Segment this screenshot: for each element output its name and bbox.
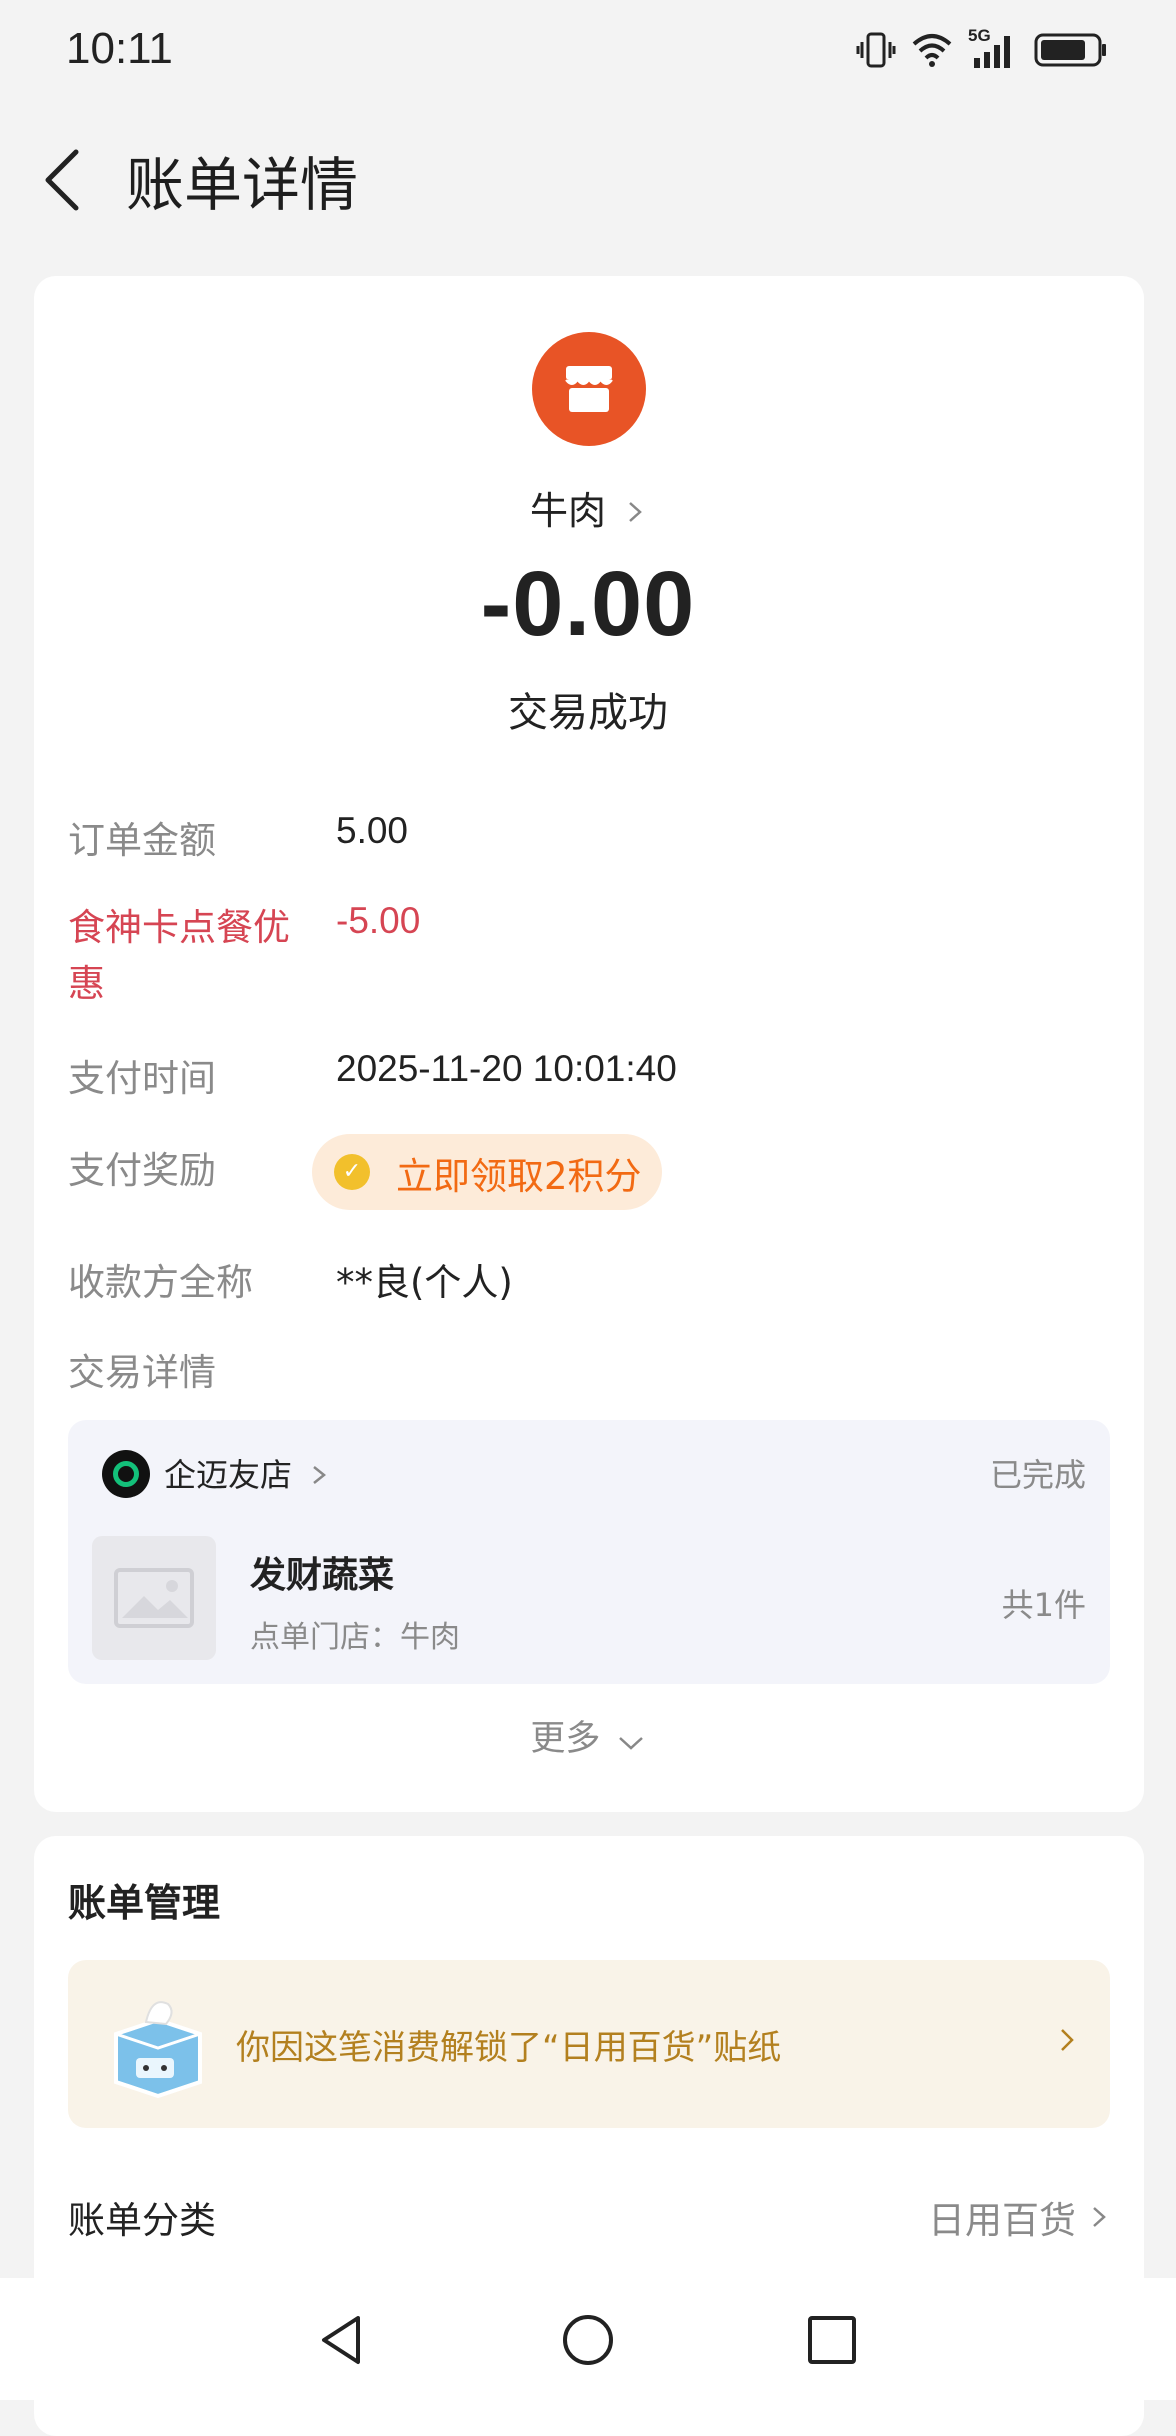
- detail-label-payee: 收款方全称: [68, 1261, 253, 1304]
- claim-points-label: 立即领取2积分: [396, 1155, 642, 1198]
- detail-label-reward: 支付奖励: [68, 1149, 216, 1192]
- detail-value-pay-time: 2025-11-20 10:01:40: [336, 1048, 677, 1089]
- detail-value-order-amount: 5.00: [336, 810, 409, 851]
- battery-icon: [1034, 33, 1106, 67]
- back-button[interactable]: [38, 144, 94, 216]
- bill-category-selector[interactable]: 日用百货: [928, 2190, 1110, 2244]
- product-count: 共1件: [1001, 1586, 1086, 1624]
- detail-value-payee: **良(个人): [336, 1261, 513, 1304]
- page-title: 账单详情: [126, 151, 359, 219]
- sticker-unlock-text: 你因这笔消费解锁了“日用百货”贴纸: [236, 2028, 782, 2068]
- manage-title: 账单管理: [68, 1881, 221, 1925]
- chevron-right-icon: [629, 502, 642, 522]
- sticker-unlock-banner[interactable]: 你因这笔消费解锁了“日用百货”贴纸: [68, 1960, 1110, 2128]
- coin-icon: ✓: [334, 1154, 370, 1190]
- system-nav-bar: [0, 2278, 1176, 2400]
- chevron-right-icon: [1093, 2207, 1106, 2227]
- merchant-avatar: [532, 332, 646, 446]
- wifi-icon: [912, 34, 952, 67]
- status-bar: 10:11 5G: [0, 0, 1176, 100]
- bill-category-label: 账单分类: [68, 2199, 216, 2242]
- nav-back-icon[interactable]: [314, 2310, 370, 2370]
- tissue-box-sticker-icon: [96, 1982, 220, 2106]
- transaction-amount: -0.00: [480, 553, 696, 655]
- more-label: 更多: [530, 1719, 601, 1759]
- chevron-right-icon: [313, 1466, 327, 1484]
- transaction-status: 交易成功: [508, 690, 668, 736]
- image-placeholder-icon: [114, 1568, 194, 1628]
- nav-home-icon[interactable]: [560, 2310, 616, 2370]
- merchant-name-link[interactable]: 牛肉: [0, 480, 1176, 535]
- claim-points-button[interactable]: ✓ 立即领取2积分: [312, 1134, 662, 1210]
- nav-recents-icon[interactable]: [804, 2310, 860, 2370]
- bill-category-value: 日用百货: [928, 2199, 1076, 2242]
- order-info-card[interactable]: 企迈友店 已完成 发财蔬菜 点单门店：牛肉 共1件: [68, 1420, 1110, 1684]
- chevron-down-icon: [618, 1737, 643, 1750]
- product-name: 发财蔬菜: [250, 1555, 395, 1596]
- storefront-icon: [565, 366, 613, 412]
- shop-logo-icon: [102, 1450, 150, 1498]
- product-image-placeholder: [92, 1536, 216, 1660]
- detail-label-pay-time: 支付时间: [68, 1057, 216, 1100]
- detail-value-discount: -5.00: [336, 900, 421, 941]
- chevron-left-icon: [45, 149, 79, 211]
- shop-name: 企迈友店: [164, 1456, 293, 1494]
- vibrate-icon: [856, 32, 896, 68]
- status-time: 10:11: [66, 24, 173, 73]
- shop-name-link[interactable]: 企迈友店: [164, 1450, 330, 1496]
- status-icons: 5G: [856, 26, 1108, 72]
- detail-label-order-amount: 订单金额: [68, 819, 216, 862]
- product-store: 点单门店：牛肉: [250, 1620, 460, 1655]
- merchant-name: 牛肉: [529, 489, 606, 533]
- chevron-right-icon: [1061, 2029, 1074, 2051]
- detail-label-tx-detail: 交易详情: [68, 1351, 216, 1394]
- more-button[interactable]: 更多: [0, 1710, 1176, 1761]
- order-status: 已完成: [989, 1456, 1086, 1494]
- detail-label-discount: 食神卡点餐优惠: [68, 906, 290, 1005]
- signal-icon: 5G: [968, 26, 1020, 70]
